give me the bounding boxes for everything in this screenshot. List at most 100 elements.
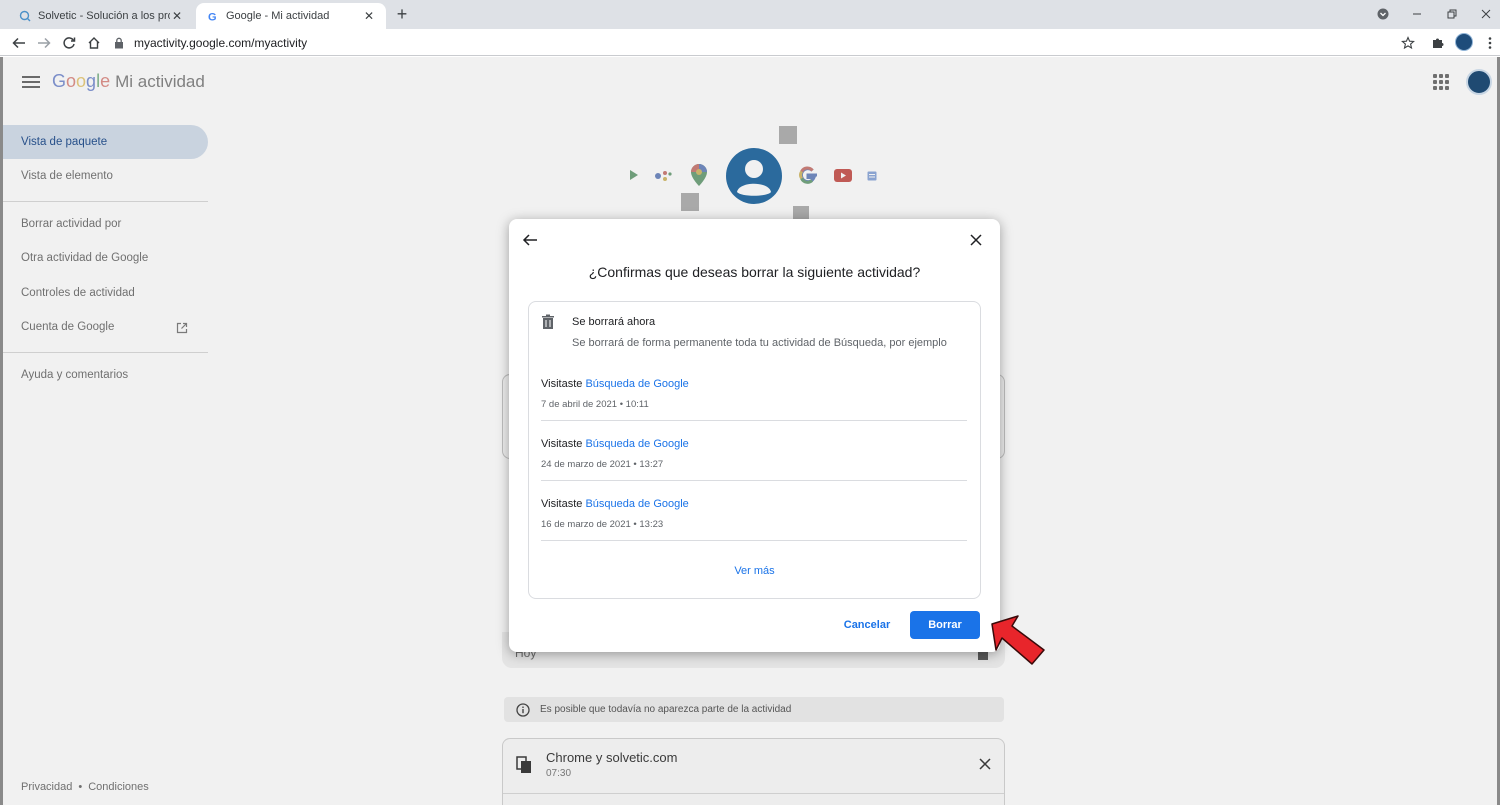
tab-title: Google - Mi actividad xyxy=(226,10,330,22)
close-window-icon[interactable] xyxy=(1477,5,1495,23)
sidebar-divider xyxy=(3,352,208,353)
item-line: Visitaste Búsqueda de Google xyxy=(541,438,689,450)
url-text: myactivity.google.com/myactivity xyxy=(134,35,308,50)
external-link-icon xyxy=(176,321,188,334)
sidebar-item-ayuda[interactable]: Ayuda y comentarios xyxy=(3,358,208,392)
lock-icon xyxy=(112,36,126,50)
logo-letter: e xyxy=(100,71,111,91)
notice-text: Es posible que todavía no aparezca parte… xyxy=(540,704,792,715)
extensions-puzzle-icon[interactable] xyxy=(1428,33,1448,53)
address-bar[interactable]: myactivity.google.com/myactivity xyxy=(112,31,1412,54)
item-date: 24 de marzo de 2021 • 13:27 xyxy=(541,459,664,470)
youtube-icon xyxy=(833,167,853,183)
account-avatar[interactable] xyxy=(1466,69,1492,95)
see-more-link[interactable]: Ver más xyxy=(529,565,980,577)
footer-separator: • xyxy=(78,781,83,793)
terms-link[interactable]: Condiciones xyxy=(88,781,149,793)
confirm-delete-dialog: ¿Confirmas que deseas borrar la siguient… xyxy=(509,219,1000,652)
minimize-icon[interactable] xyxy=(1408,5,1426,23)
sidebar-item-label: Vista de paquete xyxy=(21,136,108,148)
close-icon[interactable] xyxy=(969,233,985,249)
browser-toolbar: myactivity.google.com/myactivity xyxy=(0,29,1500,56)
decorative-square xyxy=(681,193,699,211)
document-copy-icon xyxy=(516,756,532,774)
home-icon[interactable] xyxy=(84,33,104,53)
google-apps-icon[interactable] xyxy=(1433,74,1449,90)
chrome-menu-icon[interactable] xyxy=(1480,33,1500,53)
activity-card-title: Chrome y solvetic.com xyxy=(546,750,678,765)
dialog-title: ¿Confirmas que deseas borrar la siguient… xyxy=(588,264,921,280)
logo-letter: G xyxy=(52,71,67,91)
item-divider xyxy=(541,480,967,481)
play-store-icon xyxy=(628,168,640,182)
item-link[interactable]: Búsqueda de Google xyxy=(585,378,688,390)
sidebar-item-vista-de-elemento[interactable]: Vista de elemento xyxy=(3,159,208,193)
google-logo[interactable]: Google Mi actividad xyxy=(52,71,205,92)
solvetic-favicon-icon xyxy=(18,9,32,23)
profile-menu-icon[interactable] xyxy=(1374,5,1392,23)
sidebar-item-label: Ayuda y comentarios xyxy=(21,369,129,381)
logo-letter: g xyxy=(86,71,97,91)
item-link[interactable]: Búsqueda de Google xyxy=(585,438,688,450)
close-icon[interactable] xyxy=(978,757,992,771)
forward-icon[interactable] xyxy=(34,33,54,53)
google-favicon-icon: G xyxy=(206,9,220,23)
tab-close-icon[interactable]: ✕ xyxy=(170,9,184,23)
sidebar-item-label: Cuenta de Google xyxy=(21,321,115,333)
list-item: Visitaste Búsqueda de Google 7 de abril … xyxy=(541,378,967,438)
sidebar-item-label: Controles de actividad xyxy=(21,287,135,299)
item-link[interactable]: Búsqueda de Google xyxy=(585,498,688,510)
delete-heading: Se borrará ahora xyxy=(572,316,656,328)
tab-solvetic[interactable]: Solvetic - Solución a los problem ✕ xyxy=(8,3,194,29)
footer-links: Privacidad • Condiciones xyxy=(21,781,149,793)
activity-card-chrome[interactable] xyxy=(502,738,1005,805)
activity-notice: Es posible que todavía no aparezca parte… xyxy=(504,697,1004,722)
card-divider xyxy=(503,793,1004,794)
sidebar-item-borrar-actividad[interactable]: Borrar actividad por xyxy=(3,207,208,241)
maps-pin-icon xyxy=(688,162,710,188)
back-icon[interactable] xyxy=(9,33,29,53)
bookmark-star-icon[interactable] xyxy=(1398,33,1418,53)
restore-icon[interactable] xyxy=(1443,5,1461,23)
item-prefix: Visitaste xyxy=(541,438,583,450)
sidebar-divider xyxy=(3,201,208,202)
logo-letter: o xyxy=(66,71,77,91)
item-date: 16 de marzo de 2021 • 13:23 xyxy=(541,519,664,530)
item-prefix: Visitaste xyxy=(541,378,583,390)
sidebar-item-label: Borrar actividad por xyxy=(21,218,122,230)
list-item: Visitaste Búsqueda de Google 24 de marzo… xyxy=(541,438,967,498)
tab-strip: Solvetic - Solución a los problem ✕ G Go… xyxy=(0,0,1500,29)
tab-title: Solvetic - Solución a los problem xyxy=(38,10,170,22)
profile-avatar-icon[interactable] xyxy=(1455,33,1473,51)
delete-description: Se borrará de forma permanente toda tu a… xyxy=(572,337,947,349)
item-line: Visitaste Búsqueda de Google xyxy=(541,378,689,390)
sidebar-item-controles-de-actividad[interactable]: Controles de actividad xyxy=(3,276,208,310)
reload-icon[interactable] xyxy=(59,33,79,53)
profile-illustration-icon xyxy=(726,148,782,204)
sidebar-item-otra-actividad[interactable]: Otra actividad de Google xyxy=(3,241,208,275)
trash-icon xyxy=(541,314,555,330)
decorative-square xyxy=(779,126,797,144)
main-menu-icon[interactable] xyxy=(22,73,40,91)
cancel-button[interactable]: Cancelar xyxy=(834,614,900,636)
activity-card-time: 07:30 xyxy=(546,768,572,779)
item-divider xyxy=(541,540,967,541)
item-date: 7 de abril de 2021 • 10:11 xyxy=(541,399,649,410)
news-icon xyxy=(866,170,878,182)
page-title: Mi actividad xyxy=(115,72,205,91)
info-icon xyxy=(516,702,530,717)
activity-preview-box: Se borrará ahora Se borrará de forma per… xyxy=(528,301,981,599)
tab-close-icon[interactable]: ✕ xyxy=(362,9,376,23)
tab-mi-actividad[interactable]: G Google - Mi actividad ✕ xyxy=(196,3,386,29)
logo-letter: o xyxy=(76,71,87,91)
sidebar-item-vista-de-paquete[interactable]: Vista de paquete xyxy=(3,125,208,159)
privacy-link[interactable]: Privacidad xyxy=(21,781,72,793)
new-tab-button[interactable]: + xyxy=(392,4,412,24)
item-line: Visitaste Búsqueda de Google xyxy=(541,498,689,510)
item-prefix: Visitaste xyxy=(541,498,583,510)
back-arrow-icon[interactable] xyxy=(522,232,540,250)
assistant-icon xyxy=(653,166,675,184)
decorative-square xyxy=(793,206,809,219)
annotation-arrow-icon xyxy=(988,612,1048,668)
delete-button[interactable]: Borrar xyxy=(910,611,980,639)
